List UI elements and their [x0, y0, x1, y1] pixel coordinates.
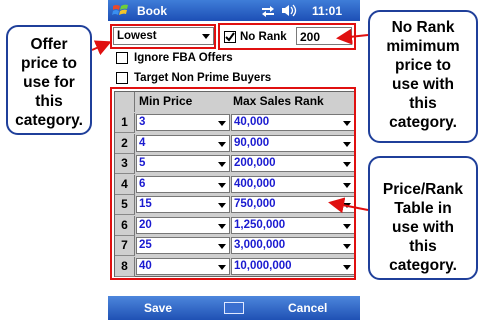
softkey-bar: Save Cancel: [108, 296, 360, 320]
target-nonprime-checkbox[interactable]: [116, 72, 128, 84]
callout-no-rank: No Rank mimimum price to use with this c…: [368, 10, 478, 143]
status-icons[interactable]: [260, 3, 306, 18]
title-bar: Book 11:01: [108, 0, 360, 21]
no-rank-highlight: [218, 23, 356, 50]
windows-start-icon[interactable]: [112, 3, 130, 18]
ignore-fba-checkbox[interactable]: [116, 52, 128, 64]
cancel-button[interactable]: Cancel: [288, 301, 327, 315]
target-nonprime-label: Target Non Prime Buyers: [134, 72, 272, 84]
callout-offer-price: Offer price to use for this category.: [6, 25, 92, 135]
save-button[interactable]: Save: [144, 301, 172, 315]
clock: 11:01: [312, 4, 343, 18]
connectivity-icon: [262, 6, 274, 17]
offer-price-highlight: [110, 24, 216, 49]
app-title: Book: [137, 4, 167, 18]
arrow-offer-price: [91, 40, 112, 56]
callout-price-rank: Price/Rank Table in use with this catego…: [368, 156, 478, 280]
speaker-icon: [282, 4, 297, 17]
keyboard-icon[interactable]: [224, 302, 244, 314]
ignore-fba-label: Ignore FBA Offers: [134, 52, 233, 64]
table-highlight: [110, 87, 356, 280]
